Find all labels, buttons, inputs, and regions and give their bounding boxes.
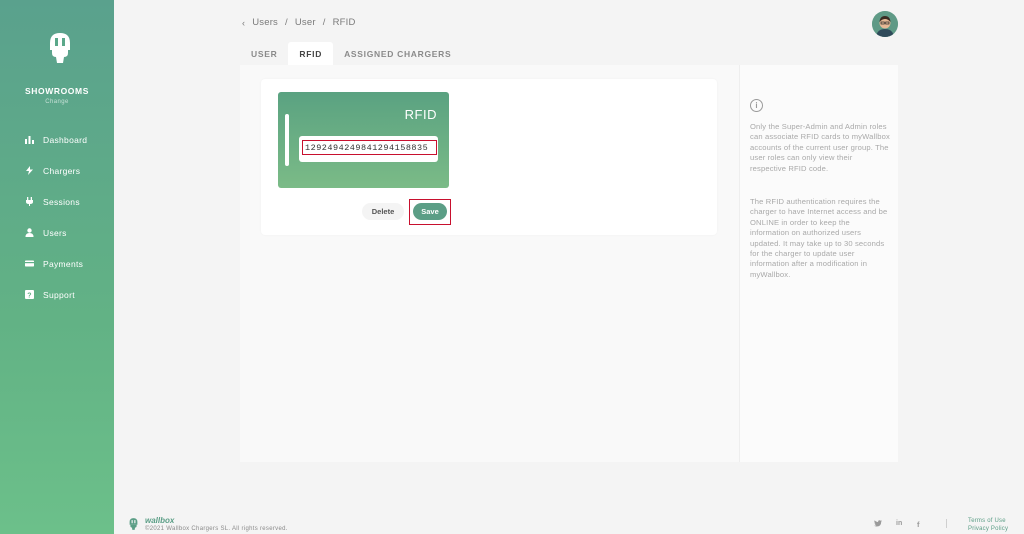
tab-user[interactable]: USER (240, 42, 288, 65)
sidebar-item-label: Support (43, 289, 75, 300)
breadcrumb-separator: / (322, 17, 326, 28)
rfid-card: RFID (278, 92, 449, 188)
lightning-icon (25, 166, 34, 175)
tab-rfid[interactable]: RFID (288, 42, 334, 65)
sidebar-item-dashboard[interactable]: Dashboard (0, 124, 114, 155)
sidebar-item-label: Users (43, 227, 67, 238)
privacy-policy-link[interactable]: Privacy Policy (968, 526, 1008, 532)
bar-chart-icon (25, 135, 34, 144)
sidebar-item-sessions[interactable]: Sessions (0, 186, 114, 217)
wallbox-footer-logo-icon (129, 518, 138, 530)
chevron-left-icon[interactable]: ‹ (242, 18, 245, 28)
sidebar-item-support[interactable]: ? Support (0, 279, 114, 310)
sidebar-item-label: Chargers (43, 165, 81, 176)
credit-card-icon (25, 259, 34, 268)
avatar[interactable] (872, 11, 898, 37)
breadcrumb-user-link[interactable]: User (295, 17, 316, 28)
sidebar: SHOWROOMS Change Dashboard Chargers Sess… (0, 0, 114, 534)
rfid-input-wrapper (299, 136, 438, 162)
sidebar-item-users[interactable]: Users (0, 217, 114, 248)
terms-of-use-link[interactable]: Terms of Use (968, 518, 1006, 524)
breadcrumb-current: RFID (332, 17, 356, 28)
plug-icon (25, 197, 34, 206)
info-paragraph-authentication: The RFID authentication requires the cha… (750, 197, 888, 279)
delete-button[interactable]: Delete (362, 203, 404, 220)
sidebar-nav: Dashboard Chargers Sessions Users Paymen… (0, 124, 114, 310)
rfid-card-title: RFID (404, 107, 437, 122)
tab-bar: USER RFID ASSIGNED CHARGERS (240, 42, 462, 65)
sidebar-item-chargers[interactable]: Chargers (0, 155, 114, 186)
rfid-card-container: RFID Delete Save (261, 79, 717, 235)
tab-assigned-chargers[interactable]: ASSIGNED CHARGERS (333, 42, 462, 65)
rfid-code-input[interactable] (302, 140, 437, 155)
sidebar-item-label: Sessions (43, 196, 80, 207)
question-icon: ? (25, 290, 34, 299)
footer-brand: wallbox (145, 516, 175, 525)
main-panel: RFID Delete Save i Only the Super-Admin … (240, 65, 898, 462)
footer-copyright: ©2021 Wallbox Chargers SL. All rights re… (145, 526, 288, 532)
group-change-link[interactable]: Change (0, 99, 114, 105)
save-button-highlight: Save (409, 199, 451, 225)
info-panel: i Only the Super-Admin and Admin roles c… (739, 65, 898, 462)
facebook-icon[interactable]: f (917, 520, 920, 529)
footer-divider (946, 519, 947, 528)
sidebar-item-payments[interactable]: Payments (0, 248, 114, 279)
linkedin-icon[interactable]: in (896, 520, 902, 527)
sidebar-item-label: Payments (43, 258, 84, 269)
breadcrumb: ‹ Users / User / RFID (242, 17, 363, 28)
rfid-card-stripe (285, 114, 289, 166)
info-icon: i (750, 99, 763, 112)
breadcrumb-users-link[interactable]: Users (252, 17, 278, 28)
wallbox-logo-icon[interactable] (47, 30, 73, 66)
user-icon (25, 228, 34, 237)
info-paragraph-roles: Only the Super-Admin and Admin roles can… (750, 122, 890, 173)
twitter-icon[interactable] (874, 520, 882, 529)
group-name: SHOWROOMS (25, 86, 89, 96)
save-button[interactable]: Save (413, 203, 447, 220)
svg-text:?: ? (27, 292, 32, 299)
breadcrumb-separator: / (285, 17, 288, 28)
sidebar-item-label: Dashboard (43, 134, 88, 145)
